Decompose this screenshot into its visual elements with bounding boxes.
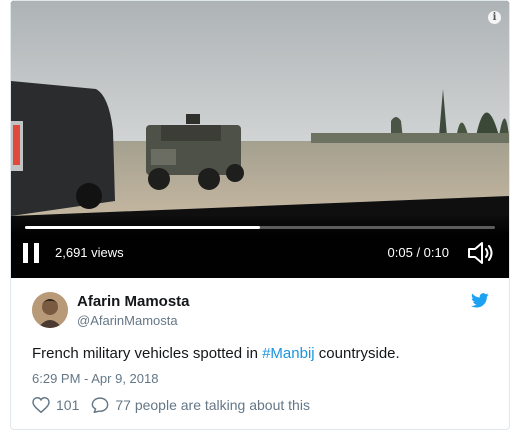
author-handle[interactable]: @AfarinMamosta: [77, 313, 178, 328]
author-name[interactable]: Afarin Mamosta: [77, 293, 190, 310]
view-count: 2,691 views: [55, 245, 124, 260]
volume-icon[interactable]: [467, 241, 495, 265]
foreground-vehicle: [11, 81, 115, 216]
tweet-text-part: French military vehicles spotted in: [32, 345, 263, 362]
tweet-text: French military vehicles spotted in #Man…: [32, 345, 400, 362]
talking-about-link[interactable]: 77 people are talking about this: [115, 397, 310, 413]
info-icon[interactable]: i: [488, 11, 501, 24]
tweet-actions: 101 77 people are talking about this: [32, 397, 310, 413]
pause-icon[interactable]: [23, 243, 41, 263]
hashtag-link[interactable]: #Manbij: [262, 345, 315, 362]
video-player[interactable]: i 2,691 views 0:05 / 0:10: [11, 1, 509, 278]
reply-bubble-icon[interactable]: [91, 397, 109, 413]
playback-time: 0:05 / 0:10: [387, 245, 449, 260]
progress-bar[interactable]: [25, 226, 495, 229]
avatar[interactable]: [32, 292, 68, 328]
progress-fill: [25, 226, 260, 229]
tweet-body: Afarin Mamosta @AfarinMamosta French mil…: [11, 279, 509, 429]
heart-icon[interactable]: [32, 397, 50, 413]
like-count[interactable]: 101: [56, 397, 79, 413]
twitter-bird-icon[interactable]: [471, 293, 489, 308]
embedded-tweet-card: i 2,691 views 0:05 / 0:10 Afarin Mamosta…: [10, 0, 510, 430]
tweet-timestamp[interactable]: 6:29 PM - Apr 9, 2018: [32, 371, 158, 386]
video-controls: 2,691 views 0:05 / 0:10: [11, 216, 509, 278]
tweet-text-part: countryside.: [314, 345, 400, 362]
